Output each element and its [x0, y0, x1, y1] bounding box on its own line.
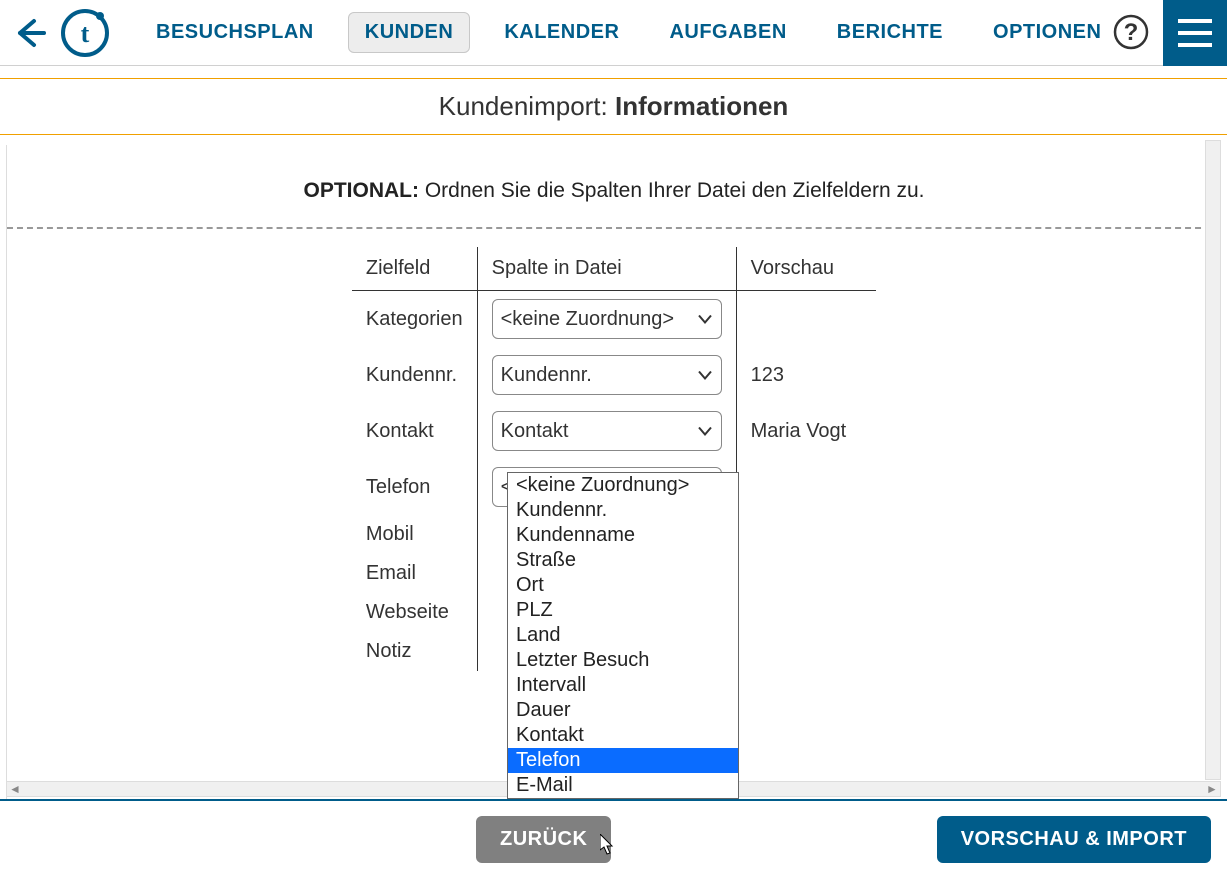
- dropdown-option[interactable]: Kundennr.: [508, 498, 738, 523]
- nav-kunden[interactable]: KUNDEN: [348, 12, 471, 53]
- vertical-scrollbar[interactable]: [1205, 140, 1221, 780]
- preview-import-button[interactable]: VORSCHAU & IMPORT: [937, 816, 1211, 863]
- column-select[interactable]: Kundennr.: [492, 355, 722, 395]
- dropdown-option[interactable]: E-Mail: [508, 773, 738, 798]
- preview-cell: [736, 632, 876, 671]
- help-icon: ?: [1113, 14, 1149, 50]
- nav-kalender[interactable]: KALENDER: [488, 13, 635, 52]
- dropdown-option[interactable]: Letzter Besuch: [508, 648, 738, 673]
- col-header-spalte: Spalte in Datei: [477, 247, 736, 291]
- svg-text:?: ?: [1124, 19, 1139, 46]
- subheader-title: Informationen: [615, 91, 788, 121]
- preview-cell: [736, 593, 876, 632]
- column-select[interactable]: <keine Zuordnung>: [492, 299, 722, 339]
- field-label: Kundennr.: [352, 347, 477, 403]
- field-label: Telefon: [352, 459, 477, 515]
- preview-cell: Maria Vogt: [736, 403, 876, 459]
- field-label: Mobil: [352, 515, 477, 554]
- preview-cell: [736, 515, 876, 554]
- dropdown-option[interactable]: Ort: [508, 573, 738, 598]
- app-logo: t: [60, 8, 110, 58]
- back-step-button[interactable]: ZURÜCK: [476, 816, 611, 863]
- field-label: Email: [352, 554, 477, 593]
- nav-besuchsplan[interactable]: BESUCHSPLAN: [140, 13, 330, 52]
- footer-bar: ZURÜCK VORSCHAU & IMPORT: [0, 799, 1227, 877]
- topbar: t BESUCHSPLAN KUNDEN KALENDER AUFGABEN B…: [0, 0, 1227, 66]
- dropdown-option[interactable]: Straße: [508, 548, 738, 573]
- table-row: Kundennr. Kundennr. 123: [352, 347, 876, 403]
- main-nav: BESUCHSPLAN KUNDEN KALENDER AUFGABEN BER…: [140, 12, 1117, 53]
- preview-cell: 123: [736, 347, 876, 403]
- field-select-cell: <keine Zuordnung>: [477, 291, 736, 348]
- divider-dashed: [7, 227, 1221, 229]
- nav-berichte[interactable]: BERICHTE: [821, 13, 959, 52]
- col-header-vorschau: Vorschau: [736, 247, 876, 291]
- back-button[interactable]: [10, 13, 50, 53]
- help-button[interactable]: ?: [1113, 14, 1149, 50]
- scroll-left-icon: ◄: [7, 782, 23, 796]
- svg-text:t: t: [81, 19, 90, 48]
- dropdown-option[interactable]: Telefon: [508, 748, 738, 773]
- nav-aufgaben[interactable]: AUFGABEN: [653, 13, 802, 52]
- table-row: Kategorien <keine Zuordnung>: [352, 291, 876, 348]
- arrow-left-icon: [12, 15, 48, 51]
- scroll-right-icon: ►: [1204, 782, 1220, 796]
- dropdown-option[interactable]: Kontakt: [508, 723, 738, 748]
- dropdown-option[interactable]: Intervall: [508, 673, 738, 698]
- field-select-cell: Kontakt: [477, 403, 736, 459]
- table-row: Kontakt Kontakt Maria Vogt: [352, 403, 876, 459]
- col-header-zielfeld: Zielfeld: [352, 247, 477, 291]
- content-area: OPTIONAL: Ordnen Sie die Spalten Ihrer D…: [6, 145, 1221, 805]
- dropdown-option[interactable]: Dauer: [508, 698, 738, 723]
- field-label: Notiz: [352, 632, 477, 671]
- dropdown-option[interactable]: Land: [508, 623, 738, 648]
- optional-label: OPTIONAL:: [304, 179, 420, 202]
- menu-button[interactable]: [1163, 0, 1227, 66]
- dropdown-option[interactable]: PLZ: [508, 598, 738, 623]
- field-label: Webseite: [352, 593, 477, 632]
- nav-optionen[interactable]: OPTIONEN: [977, 13, 1117, 52]
- dropdown-option[interactable]: Kundenname: [508, 523, 738, 548]
- hamburger-icon: [1178, 19, 1212, 47]
- preview-cell: [736, 459, 876, 515]
- preview-cell: [736, 554, 876, 593]
- field-label: Kontakt: [352, 403, 477, 459]
- dropdown-option[interactable]: <keine Zuordnung>: [508, 473, 738, 498]
- subheader-prefix: Kundenimport:: [439, 91, 615, 121]
- page-subheader: Kundenimport: Informationen: [0, 78, 1227, 135]
- field-label: Kategorien: [352, 291, 477, 348]
- optional-text: Ordnen Sie die Spalten Ihrer Datei den Z…: [419, 179, 924, 202]
- dropdown-listbox[interactable]: <keine Zuordnung>Kundennr.KundennameStra…: [507, 472, 739, 799]
- instruction-line: OPTIONAL: Ordnen Sie die Spalten Ihrer D…: [7, 179, 1221, 203]
- field-select-cell: Kundennr.: [477, 347, 736, 403]
- preview-cell: [736, 291, 876, 348]
- column-select[interactable]: Kontakt: [492, 411, 722, 451]
